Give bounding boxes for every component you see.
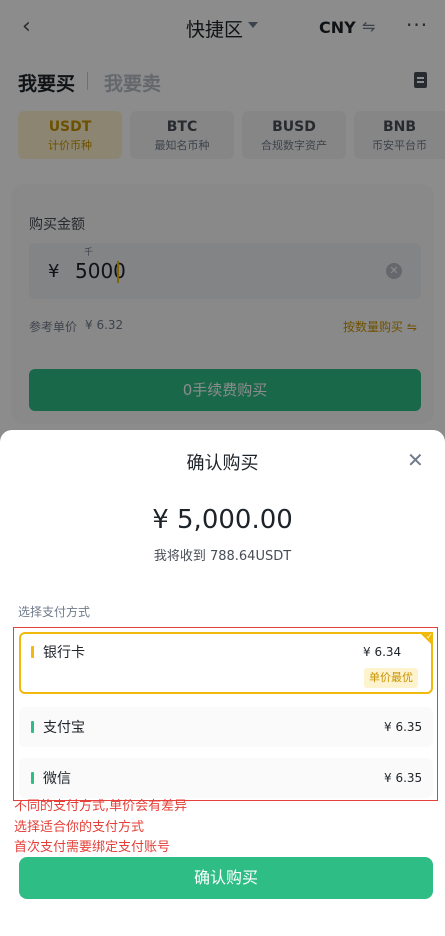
pay-method-label: 选择支付方式 xyxy=(18,605,91,619)
annotation-note: 选择适合你的支付方式 xyxy=(14,820,145,835)
sheet-title: 确认购买 xyxy=(186,453,259,474)
annotation-note: 首次支付需要绑定支付账号 xyxy=(14,840,171,855)
confirm-buy-button[interactable]: 确认购买 xyxy=(19,857,433,899)
receive-amount: 我将收到 788.64USDT xyxy=(153,549,292,564)
close-icon[interactable]: ✕ xyxy=(407,448,424,472)
total-amount: ¥ 5,000.00 xyxy=(152,505,293,535)
annotation-note: 不同的支付方式,单价会有差异 xyxy=(14,799,188,814)
annotation-highlight-box xyxy=(13,627,438,801)
